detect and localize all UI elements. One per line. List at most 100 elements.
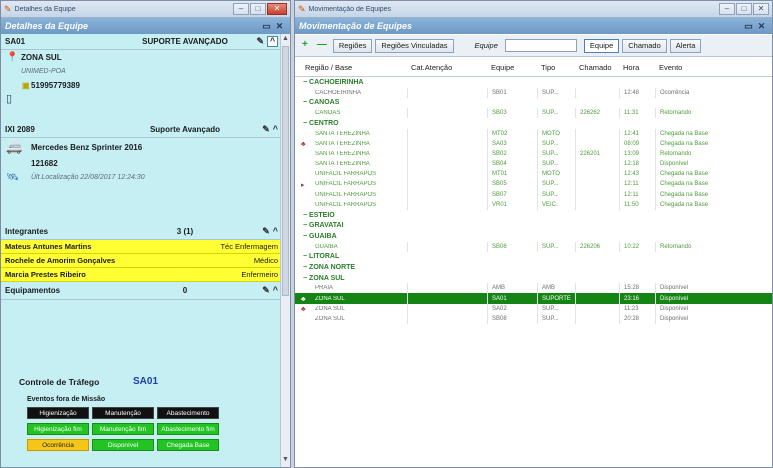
cell-c2: [407, 108, 487, 119]
cell-c1: CACHOEIRINHA: [295, 90, 407, 96]
group-row[interactable]: − CENTRO: [295, 118, 772, 129]
left-titlebar[interactable]: ✎ Detalhes da Equipe – □ ✕: [1, 1, 290, 18]
refuel-button[interactable]: Abastecimento: [157, 407, 219, 419]
vehicle-id: 121682: [31, 158, 58, 168]
dock-icon[interactable]: ▭: [742, 21, 755, 32]
right-titlebar[interactable]: ✎ Movimentação de Equipes – □ ✕: [295, 1, 772, 18]
table-row[interactable]: PRAIA AMB AMB 15:28 Disponível: [295, 283, 772, 294]
available-button[interactable]: Disponível: [92, 439, 154, 451]
group-row[interactable]: − ESTEIO: [295, 210, 772, 221]
cell-c7: Chegada na Base: [655, 179, 772, 190]
maintenance-end-button[interactable]: Manutenção fim: [92, 423, 154, 435]
close-icon[interactable]: ✕: [753, 3, 769, 15]
member-row[interactable]: Rochele de Amorim Gonçalves Médico: [1, 254, 282, 268]
col-header-attention[interactable]: Cat.Atenção: [407, 58, 487, 76]
scroll-thumb[interactable]: [282, 46, 289, 296]
left-scrollbar[interactable]: ▲ ▼: [280, 34, 290, 467]
group-row[interactable]: − GRAVATAÍ: [295, 220, 772, 231]
minimize-icon[interactable]: –: [719, 3, 735, 15]
vehicle-type: Suporte Avançado: [149, 125, 221, 134]
edit-icon[interactable]: ✎: [256, 36, 264, 47]
col-header-call[interactable]: Chamado: [575, 58, 619, 76]
group-row[interactable]: − CANOAS: [295, 98, 772, 109]
arrived-base-button[interactable]: Chegada Base: [157, 439, 219, 451]
remove-icon[interactable]: —: [314, 39, 330, 53]
team-filter-input[interactable]: [504, 39, 577, 52]
cell-c4: MOTO: [537, 128, 575, 140]
cell-c3: SB04: [487, 159, 537, 170]
col-header-type[interactable]: Tipo: [537, 58, 575, 76]
group-row[interactable]: − ZONA NORTE: [295, 262, 772, 273]
group-row[interactable]: − CACHOEIRINHA: [295, 77, 772, 88]
cell-c5: [575, 87, 619, 98]
regions-button[interactable]: Regiões: [332, 38, 373, 53]
col-header-time[interactable]: Hora: [619, 58, 655, 76]
location-pin-icon: 📍: [6, 51, 19, 63]
collapse-icon[interactable]: ^: [273, 124, 278, 135]
table-row[interactable]: SANTA TEREZINHA SB02 SUP... 226201 13:09 Reto…: [295, 149, 772, 160]
table-row[interactable]: UNIFACIL FARRAPOS MT01 MOTO 12:43 Chegada na…: [295, 169, 772, 180]
refuel-end-button[interactable]: Abastecimento fim: [157, 423, 219, 435]
cell-text: ZONA NORTE: [309, 263, 356, 271]
cleaning-button[interactable]: Higienização: [27, 407, 89, 419]
maintenance-button[interactable]: Manutenção: [92, 407, 154, 419]
add-icon[interactable]: +: [299, 39, 311, 53]
table-row[interactable]: CANOAS SB03 SUP... 226262 11:31 Retornando: [295, 108, 772, 119]
scroll-up-icon[interactable]: ▲: [281, 35, 290, 45]
occurrence-button[interactable]: Ocorrência: [27, 439, 89, 451]
cell-c1: GUAÍBA: [295, 244, 407, 250]
table-row[interactable]: UNIFACIL FARRAPOS SB07 SUP... 12:11 Chegada …: [295, 189, 772, 200]
cell-c1: ZONA SUL: [295, 316, 407, 322]
minimize-icon[interactable]: –: [233, 3, 249, 15]
edit-icon[interactable]: ✎: [262, 124, 270, 135]
edit-icon[interactable]: ✎: [262, 285, 270, 296]
maximize-icon[interactable]: □: [250, 3, 266, 15]
collapse-icon[interactable]: ^: [273, 285, 278, 296]
ambulance-icon: 🚐: [6, 139, 23, 154]
cell-c5: [575, 303, 619, 314]
maximize-icon[interactable]: □: [736, 3, 752, 15]
group-row[interactable]: − GUAÍBA: [295, 231, 772, 242]
cell-c6: 12:43: [619, 169, 655, 180]
table-row[interactable]: ZONA SUL SB08 SUP... 20:28 Disponível: [295, 313, 772, 324]
col-header-team[interactable]: Equipe: [487, 58, 537, 76]
table-row[interactable]: SANTA TEREZINHA MT02 MOTO 12:41 Chegada na B…: [295, 128, 772, 140]
cell-c5: [575, 169, 619, 180]
col-header-region[interactable]: Região / Base: [295, 63, 407, 72]
scroll-down-icon[interactable]: ▼: [281, 456, 290, 466]
collapse-icon[interactable]: ^: [267, 36, 278, 47]
cleaning-end-button[interactable]: Higienização fim: [27, 423, 89, 435]
table-row[interactable]: ▸ UNIFACIL FARRAPOS SB05 SUP... 12:11 Chegada…: [295, 179, 772, 190]
cell-c4: SUP...: [537, 179, 575, 190]
member-role: Téc Enfermagem: [220, 242, 278, 251]
edit-icon[interactable]: ✎: [262, 226, 270, 237]
table-row[interactable]: ♣ ZONA SUL SA01 SUPORTE 23:16 Disponível: [295, 293, 772, 304]
cell-text: Disponível: [660, 295, 689, 302]
call-tab-button[interactable]: Chamado: [622, 38, 667, 53]
cell-text: SUP...: [542, 315, 559, 322]
table-row[interactable]: SANTA TEREZINHA SB04 SUP... 12:18 Disponível: [295, 159, 772, 170]
col-header-event[interactable]: Evento: [655, 58, 772, 76]
cell-c4: MOTO: [537, 169, 575, 180]
table-row[interactable]: CACHOEIRINHA SB01 SUP... 12:48 Ocorrência: [295, 87, 772, 98]
table-row[interactable]: ♣ ZONA SUL SA02 SUP... 11:23 Disponível: [295, 303, 772, 314]
alert-tab-button[interactable]: Alerta: [669, 38, 702, 53]
member-row[interactable]: Marcia Prestes Ribeiro Enfermeiro: [1, 268, 282, 282]
table-row[interactable]: GUAÍBA SB06 SUP... 226206 10:22 Retornando: [295, 241, 772, 252]
linked-regions-button[interactable]: Regiões Vinculadas: [375, 38, 454, 53]
group-row[interactable]: − ZONA SUL: [295, 273, 772, 284]
close-icon[interactable]: ✕: [267, 3, 287, 15]
group-row[interactable]: − LITORAL: [295, 252, 772, 263]
table-row[interactable]: UNIFACIL FARRAPOS VR01 VEIC. 11:50 Chegada n…: [295, 199, 772, 210]
member-row[interactable]: Mateus Antunes Martins Téc Enfermagem: [1, 240, 282, 254]
collapse-icon[interactable]: ^: [273, 226, 278, 237]
table-row[interactable]: ♣ SANTA TEREZINHA SA03 SUP... 08:09 Chegada n…: [295, 139, 772, 150]
panel-close-icon[interactable]: ✕: [755, 21, 768, 32]
panel-close-icon[interactable]: ✕: [273, 21, 286, 32]
dock-icon[interactable]: ▭: [260, 21, 273, 32]
cell-c6: 15:28: [619, 283, 655, 294]
team-tab-button[interactable]: Equipe: [583, 38, 620, 53]
left-panel-header: Detalhes da Equipe ▭ ✕: [1, 18, 290, 34]
unit-subtitle-line: UNIMED-POA: [1, 64, 282, 78]
cell-text: SB04: [492, 161, 507, 168]
